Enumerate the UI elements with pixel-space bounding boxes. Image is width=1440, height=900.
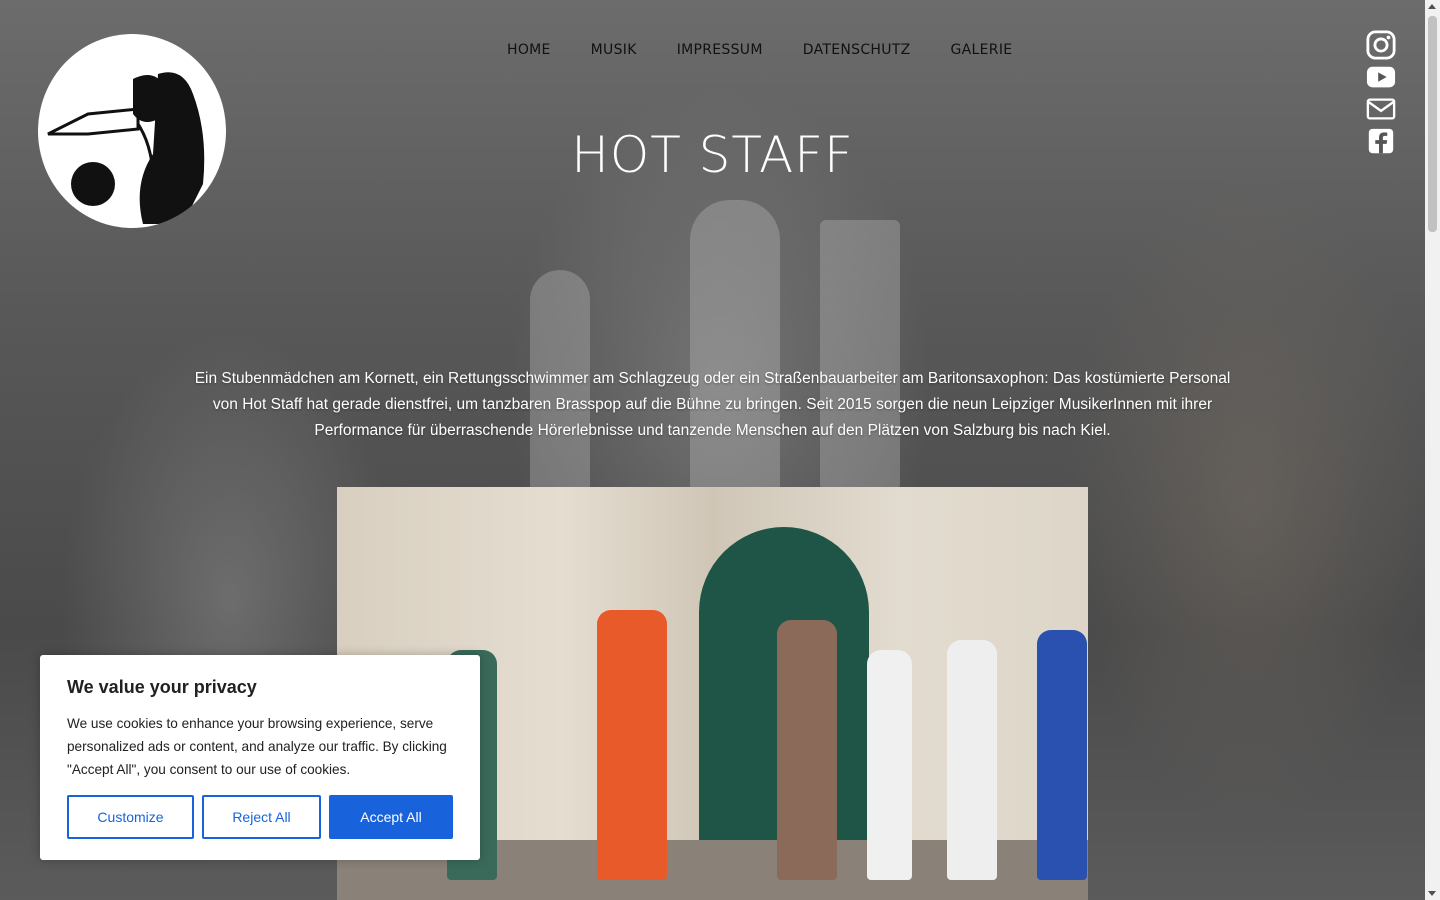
cookie-title: We value your privacy	[67, 677, 257, 697]
mail-icon[interactable]	[1365, 94, 1397, 124]
nav-datenschutz[interactable]: DATENSCHUTZ	[803, 40, 911, 60]
reject-all-button[interactable]: Reject All	[202, 795, 321, 839]
nav-home[interactable]: HOME	[507, 40, 551, 60]
accept-all-button[interactable]: Accept All	[329, 795, 453, 839]
customize-button[interactable]: Customize	[67, 795, 194, 839]
main-nav: HOME MUSIK IMPRESSUM DATENSCHUTZ GALERIE	[507, 40, 1012, 60]
cookie-text: We use cookies to enhance your browsing …	[67, 716, 447, 777]
instagram-icon[interactable]	[1365, 30, 1397, 60]
scroll-down-arrow-icon[interactable]	[1428, 891, 1436, 896]
band-intro-text: Ein Stubenmädchen am Kornett, ein Rettun…	[194, 369, 1231, 439]
page-title: HOT STAFF	[571, 125, 854, 184]
nav-musik[interactable]: MUSIK	[591, 40, 637, 60]
youtube-icon[interactable]	[1365, 62, 1397, 92]
scroll-up-arrow-icon[interactable]	[1428, 4, 1436, 9]
scrollbar-thumb[interactable]	[1428, 16, 1437, 232]
nav-galerie[interactable]: GALERIE	[951, 40, 1013, 60]
cookie-consent-banner: We value your privacy We use cookies to …	[40, 655, 480, 860]
page-scrollbar[interactable]	[1425, 0, 1440, 900]
nav-impressum[interactable]: IMPRESSUM	[677, 40, 763, 60]
